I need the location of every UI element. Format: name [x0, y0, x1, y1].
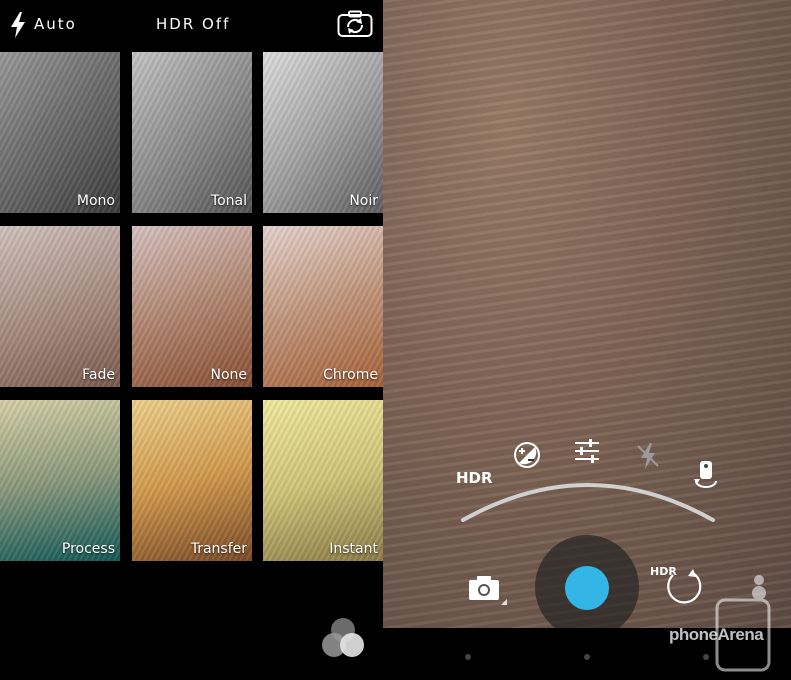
filter-tile-none[interactable]: None [132, 226, 252, 387]
filter-label: Transfer [190, 541, 247, 557]
filter-label: Instant [329, 541, 378, 557]
watermark-phone-icon [715, 575, 771, 672]
android-camera-panel: HDR HDR phoneArena [383, 0, 791, 680]
camera-viewfinder[interactable] [383, 0, 791, 628]
hdr-option[interactable]: HDR [456, 469, 493, 487]
filter-tile-transfer[interactable]: Transfer [132, 400, 252, 561]
filter-label: Process [61, 541, 115, 557]
filter-label: Mono [76, 193, 115, 209]
filter-circles-icon[interactable] [320, 617, 366, 659]
hdr-toggle[interactable]: HDR Off [156, 15, 230, 33]
filter-tile-process[interactable]: Process [0, 400, 120, 561]
settings-sliders-icon[interactable] [571, 435, 603, 467]
camera-flip-icon[interactable] [337, 10, 373, 38]
flash-mode-label[interactable]: Auto [34, 15, 77, 33]
filter-tile-fade[interactable]: Fade [0, 226, 120, 387]
filter-tile-mono[interactable]: Mono [0, 52, 120, 213]
nav-back-button[interactable] [465, 654, 471, 660]
nav-home-button[interactable] [584, 654, 590, 660]
camera-icon[interactable] [467, 572, 507, 606]
filter-label: Chrome [323, 367, 378, 383]
filter-tile-instant[interactable]: Instant [263, 400, 383, 561]
settings-arc [461, 483, 715, 522]
filter-tile-noir[interactable]: Noir [263, 52, 383, 213]
lightning-icon[interactable] [10, 12, 26, 38]
watermark-text: phoneArena [669, 625, 764, 644]
filter-tile-tonal[interactable]: Tonal [132, 52, 252, 213]
filter-label: Fade [82, 367, 115, 383]
nav-recents-button[interactable] [703, 654, 709, 660]
flash-off-icon[interactable] [632, 440, 664, 472]
ios-top-bar: Auto HDR Off [0, 0, 383, 50]
filter-label: None [210, 367, 247, 383]
exposure-icon[interactable] [511, 439, 543, 471]
photosphere-icon[interactable] [663, 567, 703, 607]
filter-label: Tonal [210, 193, 247, 209]
shutter-button[interactable] [565, 566, 609, 610]
ios-camera-panel: Auto HDR Off Mono Tonal Noir Fade None C… [0, 0, 383, 680]
filter-tile-chrome[interactable]: Chrome [263, 226, 383, 387]
timer-camera-icon[interactable] [690, 459, 722, 491]
filter-label: Noir [349, 193, 378, 209]
